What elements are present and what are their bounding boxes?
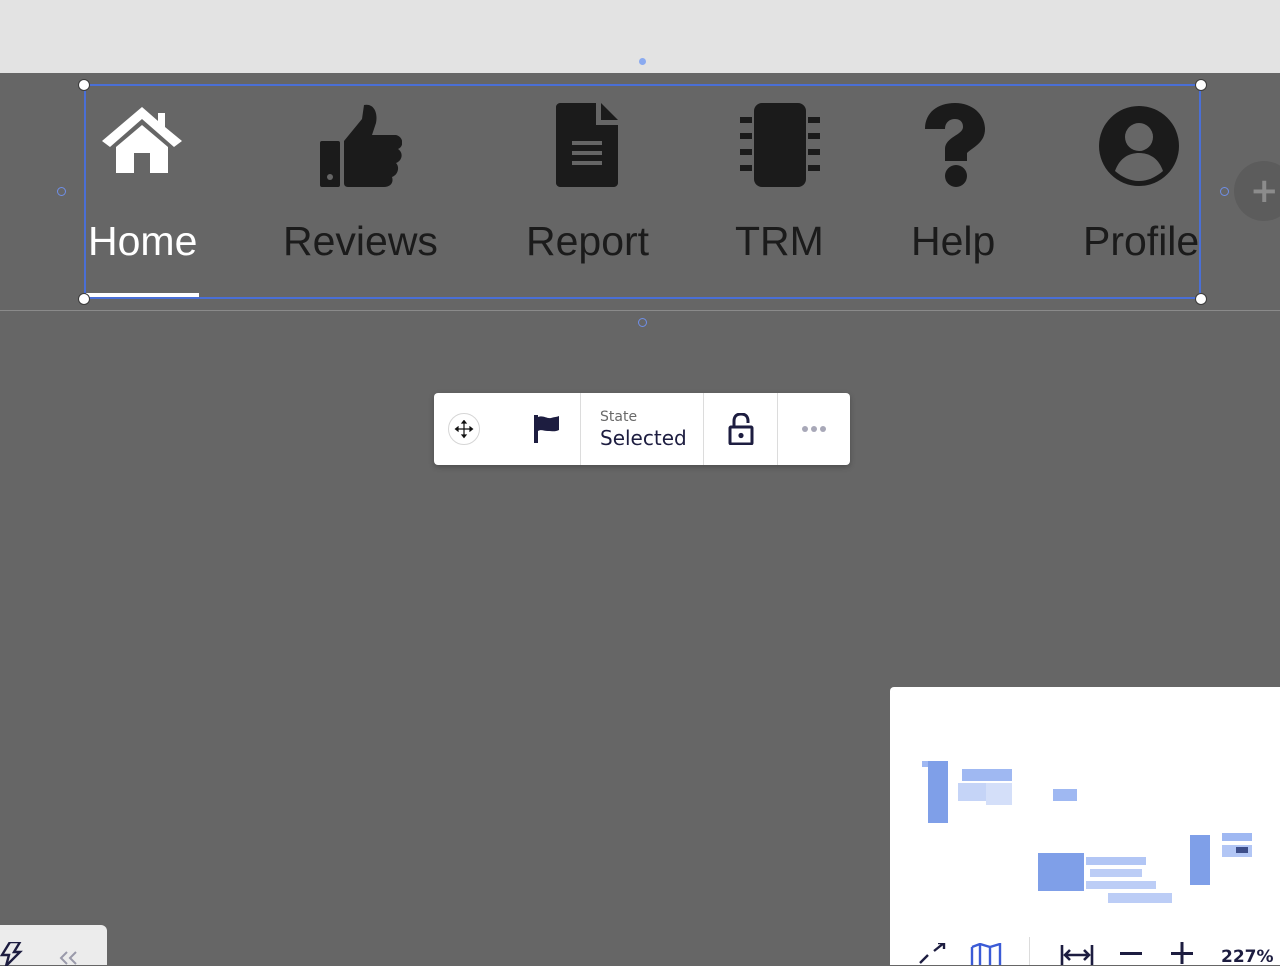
resize-handle-bottom-right[interactable] (1195, 293, 1207, 305)
connector-dot-bottom[interactable] (638, 318, 647, 327)
document-icon (556, 103, 618, 187)
more-options-button[interactable] (778, 393, 850, 465)
more-icon (802, 426, 826, 432)
resize-handle-top-right[interactable] (1195, 79, 1207, 91)
nav-item-reviews[interactable]: Reviews (283, 73, 438, 310)
flag-icon (534, 415, 559, 443)
user-circle-icon (1099, 106, 1179, 186)
minimap[interactable]: 227% (890, 687, 1280, 965)
move-icon (448, 413, 480, 445)
resize-handle-top-left[interactable] (78, 79, 90, 91)
bottom-left-panel (0, 925, 107, 966)
flag-button[interactable] (512, 393, 580, 465)
nav-label-reviews: Reviews (283, 218, 438, 264)
nav-label-help: Help (911, 218, 996, 264)
element-toolbar: State Selected (434, 393, 850, 465)
chip-icon (740, 103, 820, 187)
resize-handle-bottom-left[interactable] (78, 293, 90, 305)
nav-item-profile[interactable]: Profile (1083, 73, 1200, 310)
active-tab-indicator (86, 293, 199, 298)
fit-width-icon[interactable] (1060, 945, 1094, 965)
thumbs-up-icon (320, 104, 402, 187)
zoom-in-icon[interactable] (1171, 941, 1193, 965)
nav-item-help[interactable]: Help (911, 73, 997, 310)
canvas-top-band (0, 0, 1280, 73)
collapse-icon[interactable] (58, 951, 78, 965)
zoom-out-icon[interactable] (1120, 949, 1142, 957)
nav-label-home: Home (88, 218, 198, 264)
connector-dot-left[interactable] (57, 187, 66, 196)
nav-label-trm: TRM (735, 218, 824, 264)
question-icon (925, 103, 985, 187)
lock-button[interactable] (704, 393, 777, 465)
nav-label-report: Report (526, 218, 650, 264)
move-button[interactable] (434, 393, 512, 465)
nav-label-profile: Profile (1083, 218, 1200, 264)
lightning-icon[interactable] (0, 942, 24, 966)
expand-icon[interactable] (918, 943, 948, 965)
state-value: Selected (600, 425, 687, 450)
unlock-icon (728, 413, 753, 445)
nav-item-report[interactable]: Report (526, 73, 650, 310)
plus-icon: + (1250, 171, 1279, 211)
section-dot (639, 58, 646, 65)
zoom-level[interactable]: 227% (1221, 947, 1274, 965)
nav-item-home[interactable]: Home (86, 73, 199, 310)
minimap-divider (1029, 937, 1030, 965)
home-icon (102, 107, 182, 173)
state-dropdown[interactable]: State Selected (581, 393, 703, 465)
nav-item-trm[interactable]: TRM (735, 73, 825, 310)
connector-dot-right[interactable] (1220, 187, 1229, 196)
nav-bar[interactable]: Home Reviews Report TRM Help Profile (0, 73, 1280, 311)
state-label: State (600, 408, 638, 425)
minimap-controls: 227% (890, 931, 1280, 965)
map-icon[interactable] (970, 943, 1002, 965)
